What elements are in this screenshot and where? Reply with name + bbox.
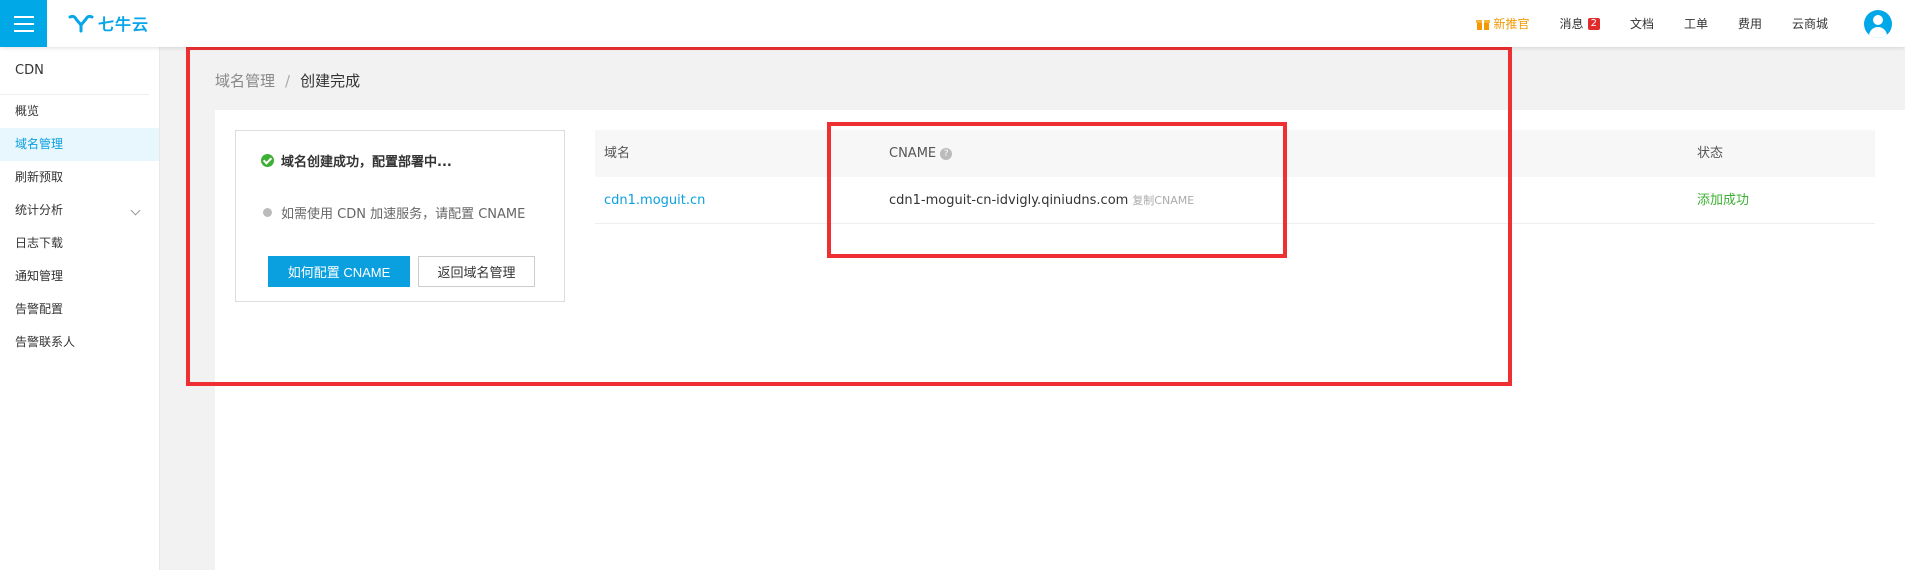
menu-line: [13, 22, 34, 25]
column-header-status: 状态: [1697, 146, 1724, 161]
sidebar-item-statistics-label: 统计分析: [15, 203, 64, 217]
nav-messages[interactable]: 消息 2: [1560, 15, 1600, 32]
top-nav: 新推官 消息 2 文档 工单 费用 云商城: [1446, 0, 1905, 47]
sidebar-item-alert-contacts[interactable]: 告警联系人: [0, 326, 159, 359]
sidebar: CDN 概览 域名管理 刷新预取 统计分析 日志下载 通知管理 告警配置 告警联…: [0, 47, 160, 570]
user-avatar[interactable]: [1864, 9, 1892, 38]
nav-tickets[interactable]: 工单: [1684, 15, 1708, 32]
annotation-box-cname: [827, 122, 1287, 258]
message-count-badge: 2: [1587, 17, 1600, 30]
brand-logo[interactable]: 七牛云: [68, 11, 149, 35]
brand-name: 七牛云: [98, 15, 150, 34]
gift-icon: [1475, 19, 1490, 30]
menu-line: [13, 15, 34, 18]
nav-billing-label: 费用: [1737, 17, 1762, 31]
status-value: 添加成功: [1697, 193, 1750, 208]
chevron-down-icon: [130, 205, 141, 216]
qiniu-logo-icon: [68, 14, 94, 33]
sidebar-item-alert-config[interactable]: 告警配置: [0, 293, 159, 326]
sidebar-item-domain-management[interactable]: 域名管理: [0, 128, 159, 161]
hamburger-menu-button[interactable]: [0, 0, 47, 47]
sidebar-item-notification[interactable]: 通知管理: [0, 260, 159, 293]
sidebar-item-refresh-prefetch[interactable]: 刷新预取: [0, 161, 159, 194]
nav-messages-label: 消息: [1559, 17, 1584, 31]
nav-store-label: 云商城: [1791, 17, 1828, 31]
nav-tickets-label: 工单: [1683, 17, 1708, 31]
nav-store[interactable]: 云商城: [1792, 15, 1828, 32]
sidebar-title: CDN: [0, 47, 149, 95]
top-bar: 七牛云 新推官 消息 2 文档 工单 费用 云商城: [0, 0, 1905, 47]
menu-line: [13, 29, 34, 32]
nav-docs[interactable]: 文档: [1630, 15, 1654, 32]
sidebar-item-overview[interactable]: 概览: [0, 95, 159, 128]
nav-billing[interactable]: 费用: [1738, 15, 1762, 32]
sidebar-item-statistics[interactable]: 统计分析: [0, 194, 159, 227]
nav-docs-label: 文档: [1629, 17, 1654, 31]
nav-promo-label: 新推官: [1493, 17, 1530, 31]
nav-promo[interactable]: 新推官: [1475, 15, 1530, 32]
sidebar-item-log-download[interactable]: 日志下载: [0, 227, 159, 260]
